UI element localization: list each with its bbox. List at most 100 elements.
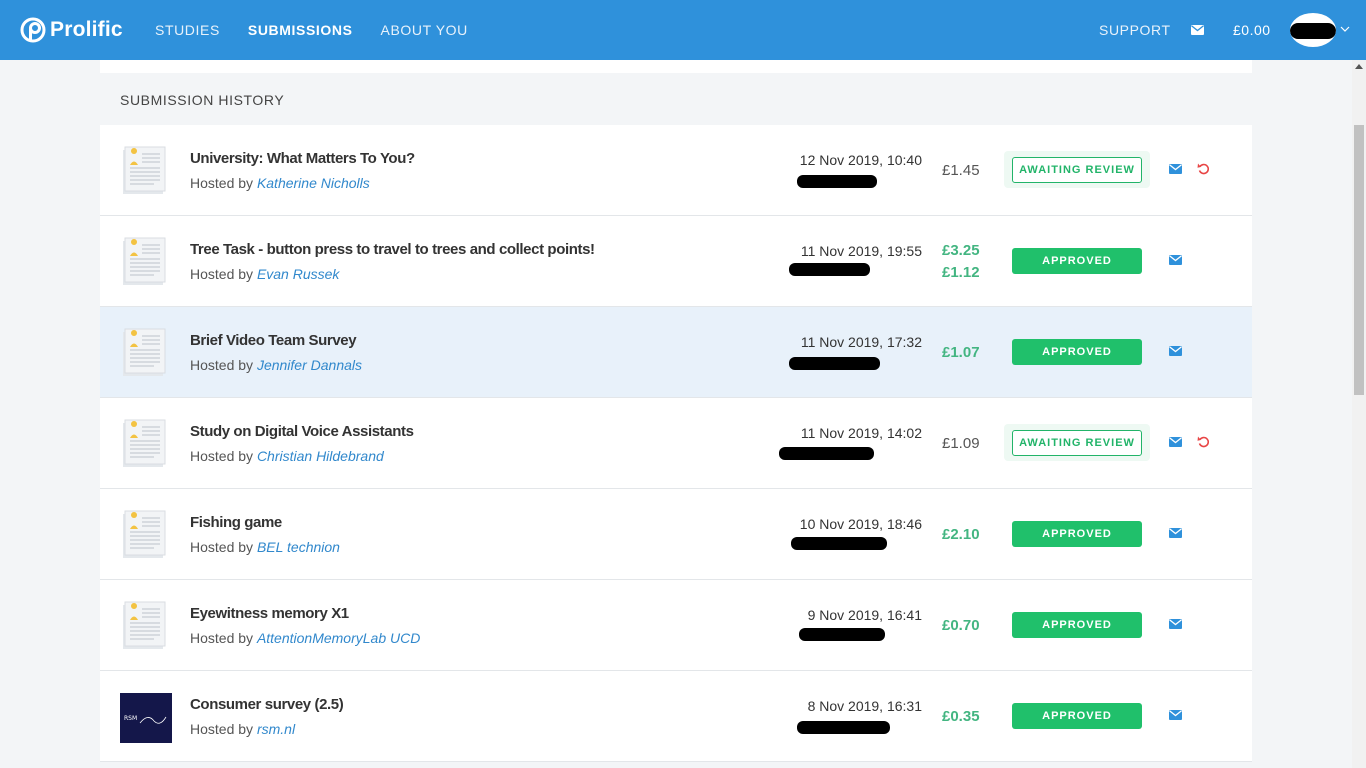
status-container: APPROVED <box>1004 242 1150 279</box>
scroll-up-arrow[interactable] <box>1355 64 1363 69</box>
study-document-icon <box>120 418 170 468</box>
study-document-icon <box>120 600 170 650</box>
support-link[interactable]: SUPPORT <box>1099 22 1171 38</box>
redaction-mark <box>1290 23 1336 39</box>
researcher-link[interactable]: BEL technion <box>257 539 340 555</box>
study-title[interactable]: University: What Matters To You? <box>190 150 415 167</box>
redaction-mark <box>797 721 890 734</box>
reward-amount: £1.09 <box>942 435 980 452</box>
reward-amount: £0.35 <box>942 708 980 725</box>
status-container: APPROVED <box>1004 697 1150 734</box>
study-title[interactable]: Consumer survey (2.5) <box>190 696 344 713</box>
submission-date: 11 Nov 2019, 17:32 <box>800 334 922 350</box>
study-document-icon <box>120 509 170 559</box>
study-host: Hosted by Evan Russek <box>190 266 339 282</box>
study-title[interactable]: Eyewitness memory X1 <box>190 605 349 622</box>
study-host: Hosted by AttentionMemoryLab UCD <box>190 630 420 646</box>
nav-studies[interactable]: STUDIES <box>155 22 220 38</box>
hosted-by-label: Hosted by <box>190 630 254 646</box>
submission-row[interactable]: Brief Video Team Survey Hosted by Jennif… <box>100 307 1252 398</box>
status-badge: APPROVED <box>1012 703 1142 729</box>
hosted-by-label: Hosted by <box>190 721 254 737</box>
return-submission-icon[interactable] <box>1197 435 1210 448</box>
study-host: Hosted by Jennifer Dannals <box>190 357 362 373</box>
status-container: APPROVED <box>1004 515 1150 552</box>
hosted-by-label: Hosted by <box>190 539 254 555</box>
status-badge: AWAITING REVIEW <box>1012 157 1142 183</box>
scrollbar-thumb[interactable] <box>1354 125 1364 395</box>
messages-icon[interactable] <box>1191 25 1204 35</box>
status-badge: APPROVED <box>1012 521 1142 547</box>
submission-row[interactable]: Tree Task - button press to travel to tr… <box>100 216 1252 307</box>
account-balance: £0.00 <box>1233 22 1271 38</box>
submission-date: 9 Nov 2019, 16:41 <box>807 607 922 623</box>
status-container: APPROVED <box>1004 333 1150 370</box>
submission-date: 11 Nov 2019, 19:55 <box>800 243 922 259</box>
submission-date: 12 Nov 2019, 10:40 <box>799 152 922 168</box>
study-host: Hosted by BEL technion <box>190 539 340 555</box>
researcher-link[interactable]: Jennifer Dannals <box>257 357 362 373</box>
submission-row[interactable]: Eyewitness memory X1 Hosted by Attention… <box>100 580 1252 671</box>
message-researcher-icon[interactable] <box>1169 346 1182 356</box>
study-host: Hosted by rsm.nl <box>190 721 295 737</box>
message-researcher-icon[interactable] <box>1169 255 1182 265</box>
reward-amount: £2.10 <box>942 526 980 543</box>
status-badge: APPROVED <box>1012 339 1142 365</box>
reward-amount: £1.07 <box>942 344 980 361</box>
submission-list: University: What Matters To You? Hosted … <box>100 125 1252 762</box>
main-nav: STUDIES SUBMISSIONS ABOUT YOU <box>155 22 468 38</box>
reward-amount: £0.70 <box>942 617 980 634</box>
study-host: Hosted by Katherine Nicholls <box>190 175 370 191</box>
researcher-link[interactable]: Evan Russek <box>257 266 339 282</box>
message-researcher-icon[interactable] <box>1169 528 1182 538</box>
prolific-logo[interactable]: Prolific <box>20 17 123 43</box>
study-document-icon <box>120 327 170 377</box>
chevron-down-icon[interactable] <box>1340 24 1350 34</box>
status-badge: AWAITING REVIEW <box>1012 430 1142 456</box>
message-researcher-icon[interactable] <box>1169 710 1182 720</box>
avatar[interactable] <box>1290 13 1336 47</box>
nav-about-you[interactable]: ABOUT YOU <box>381 22 468 38</box>
redaction-mark <box>797 175 877 188</box>
submission-row[interactable]: RSM Consumer survey (2.5) Hosted by rsm.… <box>100 671 1252 762</box>
nav-submissions[interactable]: SUBMISSIONS <box>248 22 353 38</box>
hosted-by-label: Hosted by <box>190 266 254 282</box>
prolific-logo-icon <box>20 17 46 43</box>
brand-name: Prolific <box>50 18 123 41</box>
study-title[interactable]: Study on Digital Voice Assistants <box>190 423 414 440</box>
reward-amount: £3.25 <box>942 242 980 259</box>
submission-row[interactable]: Study on Digital Voice Assistants Hosted… <box>100 398 1252 489</box>
message-researcher-icon[interactable] <box>1169 164 1182 174</box>
hosted-by-label: Hosted by <box>190 175 254 191</box>
study-title[interactable]: Tree Task - button press to travel to tr… <box>190 241 595 258</box>
study-document-icon <box>120 145 170 195</box>
section-title: SUBMISSION HISTORY <box>120 92 285 108</box>
submission-row[interactable]: University: What Matters To You? Hosted … <box>100 125 1252 216</box>
study-host: Hosted by Christian Hildebrand <box>190 448 384 464</box>
submission-row[interactable]: Fishing game Hosted by BEL technion 10 N… <box>100 489 1252 580</box>
researcher-link[interactable]: rsm.nl <box>257 721 295 737</box>
status-badge: APPROVED <box>1012 612 1142 638</box>
redaction-mark <box>789 263 870 276</box>
reward-amount: £1.45 <box>942 162 980 179</box>
reward-amount: £1.12 <box>942 264 980 281</box>
submission-date: 10 Nov 2019, 18:46 <box>799 516 922 532</box>
researcher-link[interactable]: Christian Hildebrand <box>257 448 384 464</box>
researcher-link[interactable]: Katherine Nicholls <box>257 175 370 191</box>
researcher-link[interactable]: AttentionMemoryLab UCD <box>257 630 420 646</box>
study-title[interactable]: Brief Video Team Survey <box>190 332 357 349</box>
study-document-icon <box>120 236 170 286</box>
status-container: AWAITING REVIEW <box>1004 424 1150 461</box>
redaction-mark <box>799 628 885 641</box>
page-scrollbar[interactable] <box>1352 60 1366 768</box>
status-container: APPROVED <box>1004 606 1150 643</box>
hosted-by-label: Hosted by <box>190 448 254 464</box>
submission-date: 11 Nov 2019, 14:02 <box>800 425 922 441</box>
status-container: AWAITING REVIEW <box>1004 151 1150 188</box>
return-submission-icon[interactable] <box>1197 162 1210 175</box>
top-navigation-bar: Prolific STUDIES SUBMISSIONS ABOUT YOU S… <box>0 0 1366 60</box>
study-title[interactable]: Fishing game <box>190 514 282 531</box>
redaction-mark <box>791 537 887 550</box>
message-researcher-icon[interactable] <box>1169 619 1182 629</box>
message-researcher-icon[interactable] <box>1169 437 1182 447</box>
